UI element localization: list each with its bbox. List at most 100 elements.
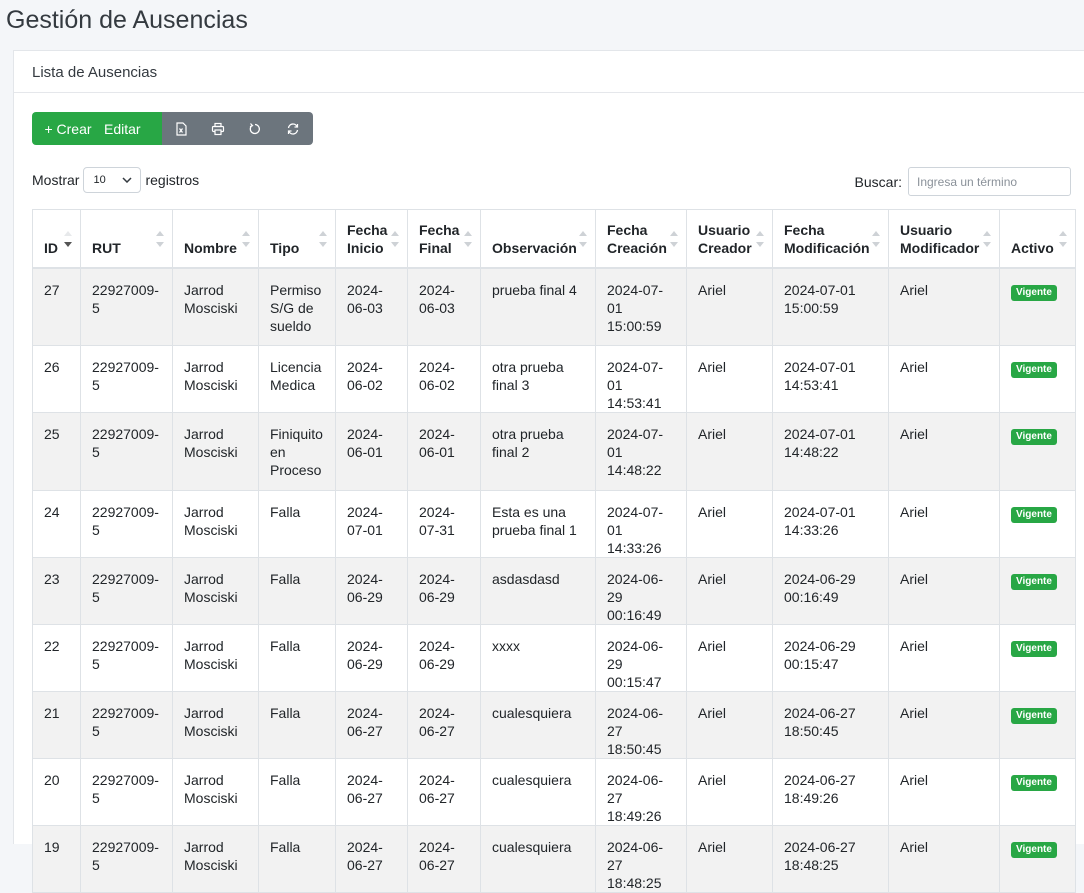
- sort-icon: [319, 230, 327, 247]
- column-header-observacion[interactable]: Observación: [480, 209, 596, 269]
- cell-tipo: Licencia Medica: [258, 345, 336, 413]
- cell-usuario-creador: Ariel: [686, 267, 773, 346]
- column-header-fecha-inicio[interactable]: Fecha Inicio: [335, 209, 408, 269]
- cell-fecha-final: 2024-06-27: [407, 758, 481, 826]
- table-row[interactable]: 19 22927009-5 Jarrod Mosciski Falla 2024-06-…: [32, 825, 1076, 893]
- cell-fecha-modificacion: 2024-06-27 18:48:25: [772, 825, 889, 893]
- cell-tipo: Falla: [258, 758, 336, 826]
- column-header-fecha-modificacion[interactable]: Fecha Modificación: [772, 209, 889, 269]
- cell-fecha-inicio: 2024-06-01: [335, 412, 408, 491]
- export-excel-button[interactable]: [162, 112, 199, 145]
- reset-button[interactable]: [236, 112, 273, 145]
- edit-button[interactable]: Editar: [104, 112, 162, 145]
- cell-usuario-creador: Ariel: [686, 825, 773, 893]
- cell-fecha-modificacion: 2024-06-27 18:49:26: [772, 758, 889, 826]
- cell-fecha-modificacion: 2024-07-01 14:53:41: [772, 345, 889, 413]
- table-row[interactable]: 23 22927009-5 Jarrod Mosciski Falla 2024-06-…: [32, 557, 1076, 625]
- column-label: Nombre: [184, 239, 237, 256]
- sort-icon: [156, 230, 164, 247]
- reload-button[interactable]: [273, 112, 313, 145]
- column-header-activo[interactable]: Activo: [999, 209, 1076, 269]
- column-label: Fecha Final: [419, 221, 460, 256]
- cell-rut: 22927009-5: [80, 691, 173, 759]
- table-row[interactable]: 25 22927009-5 Jarrod Mosciski Finiquito en …: [32, 412, 1076, 491]
- create-button[interactable]: + Crear: [32, 112, 104, 145]
- cell-nombre: Jarrod Mosciski: [172, 825, 259, 893]
- cell-fecha-final: 2024-06-27: [407, 825, 481, 893]
- cell-tipo: Falla: [258, 825, 336, 893]
- cell-usuario-creador: Ariel: [686, 557, 773, 625]
- status-badge: Vigente: [1011, 507, 1057, 523]
- cell-nombre: Jarrod Mosciski: [172, 267, 259, 346]
- status-badge: Vigente: [1011, 284, 1057, 301]
- column-header-fecha-final[interactable]: Fecha Final: [407, 209, 481, 269]
- cell-rut: 22927009-5: [80, 825, 173, 893]
- sort-icon: [242, 230, 250, 247]
- table-toolbar: + Crear Editar: [32, 112, 313, 145]
- cell-fecha-final: 2024-07-31: [407, 490, 481, 558]
- cell-fecha-modificacion: 2024-06-29 00:15:47: [772, 624, 889, 692]
- column-header-usuario-modificador[interactable]: Usuario Modificador: [888, 209, 1000, 269]
- search-control: Buscar: Ingresa un término: [855, 167, 1071, 196]
- cell-fecha-creacion: 2024-06-29 00:15:47: [595, 624, 687, 692]
- cell-fecha-modificacion: 2024-06-29 00:16:49: [772, 557, 889, 625]
- undo-icon: [249, 122, 260, 134]
- table-row[interactable]: 21 22927009-5 Jarrod Mosciski Falla 2024-06-…: [32, 691, 1076, 759]
- cell-tipo: Falla: [258, 490, 336, 558]
- cell-fecha-inicio: 2024-07-01: [335, 490, 408, 558]
- cell-fecha-modificacion: 2024-07-01 15:00:59: [772, 267, 889, 346]
- sort-icon: [579, 230, 587, 247]
- cell-fecha-creacion: 2024-07-01 14:33:26: [595, 490, 687, 558]
- cell-observacion: Esta es una prueba final 1: [480, 490, 596, 558]
- cell-id: 23: [32, 557, 81, 625]
- print-button[interactable]: [199, 112, 236, 145]
- cell-fecha-creacion: 2024-07-01 15:00:59: [595, 267, 687, 346]
- cell-id: 24: [32, 490, 81, 558]
- column-label: Fecha Modificación: [784, 221, 870, 256]
- print-icon: [211, 122, 224, 135]
- table-row[interactable]: 27 22927009-5 Jarrod Mosciski Permiso S/G d…: [32, 267, 1076, 346]
- column-header-usuario-creador[interactable]: Usuario Creador: [686, 209, 773, 269]
- cell-rut: 22927009-5: [80, 412, 173, 491]
- column-header-nombre[interactable]: Nombre: [172, 209, 259, 269]
- table-row[interactable]: 26 22927009-5 Jarrod Mosciski Licencia Medi…: [32, 345, 1076, 413]
- cell-fecha-final: 2024-06-29: [407, 624, 481, 692]
- cell-nombre: Jarrod Mosciski: [172, 557, 259, 625]
- cell-fecha-creacion: 2024-06-27 18:50:45: [595, 691, 687, 759]
- cell-usuario-modificador: Ariel: [888, 758, 1000, 826]
- column-header-id[interactable]: ID: [32, 209, 81, 269]
- table-row[interactable]: 24 22927009-5 Jarrod Mosciski Falla 2024-07-…: [32, 490, 1076, 558]
- cell-activo: Vigente: [999, 624, 1076, 692]
- table-row[interactable]: 22 22927009-5 Jarrod Mosciski Falla 2024-06-…: [32, 624, 1076, 692]
- column-header-rut[interactable]: RUT: [80, 209, 173, 269]
- table-row[interactable]: 20 22927009-5 Jarrod Mosciski Falla 2024-06-…: [32, 758, 1076, 826]
- column-header-tipo[interactable]: Tipo: [258, 209, 336, 269]
- sort-icon: [464, 230, 472, 247]
- status-badge: Vigente: [1011, 362, 1057, 378]
- cell-usuario-creador: Ariel: [686, 345, 773, 413]
- cell-usuario-creador: Ariel: [686, 624, 773, 692]
- page-length-select[interactable]: 10: [83, 167, 142, 193]
- excel-icon: [175, 121, 187, 136]
- cell-nombre: Jarrod Mosciski: [172, 490, 259, 558]
- column-label: Activo: [1011, 239, 1054, 256]
- cell-activo: Vigente: [999, 345, 1076, 413]
- cell-rut: 22927009-5: [80, 267, 173, 346]
- column-label: Fecha Inicio: [347, 221, 388, 256]
- chevron-down-icon: [122, 177, 132, 183]
- cell-rut: 22927009-5: [80, 557, 173, 625]
- cell-fecha-inicio: 2024-06-02: [335, 345, 408, 413]
- cell-fecha-final: 2024-06-27: [407, 691, 481, 759]
- column-header-fecha-creacion[interactable]: Fecha Creación: [595, 209, 687, 269]
- search-input[interactable]: Ingresa un término: [908, 167, 1071, 196]
- cell-fecha-final: 2024-06-02: [407, 345, 481, 413]
- cell-usuario-creador: Ariel: [686, 691, 773, 759]
- cell-usuario-creador: Ariel: [686, 758, 773, 826]
- cell-fecha-inicio: 2024-06-27: [335, 758, 408, 826]
- cell-fecha-creacion: 2024-06-27 18:49:26: [595, 758, 687, 826]
- column-label: Usuario Modificador: [900, 221, 980, 256]
- status-badge: Vigente: [1011, 574, 1057, 590]
- cell-observacion: otra prueba final 2: [480, 412, 596, 491]
- absences-card: Lista de Ausencias + Crear Editar Mostra…: [13, 50, 1084, 893]
- sort-icon: [391, 230, 399, 247]
